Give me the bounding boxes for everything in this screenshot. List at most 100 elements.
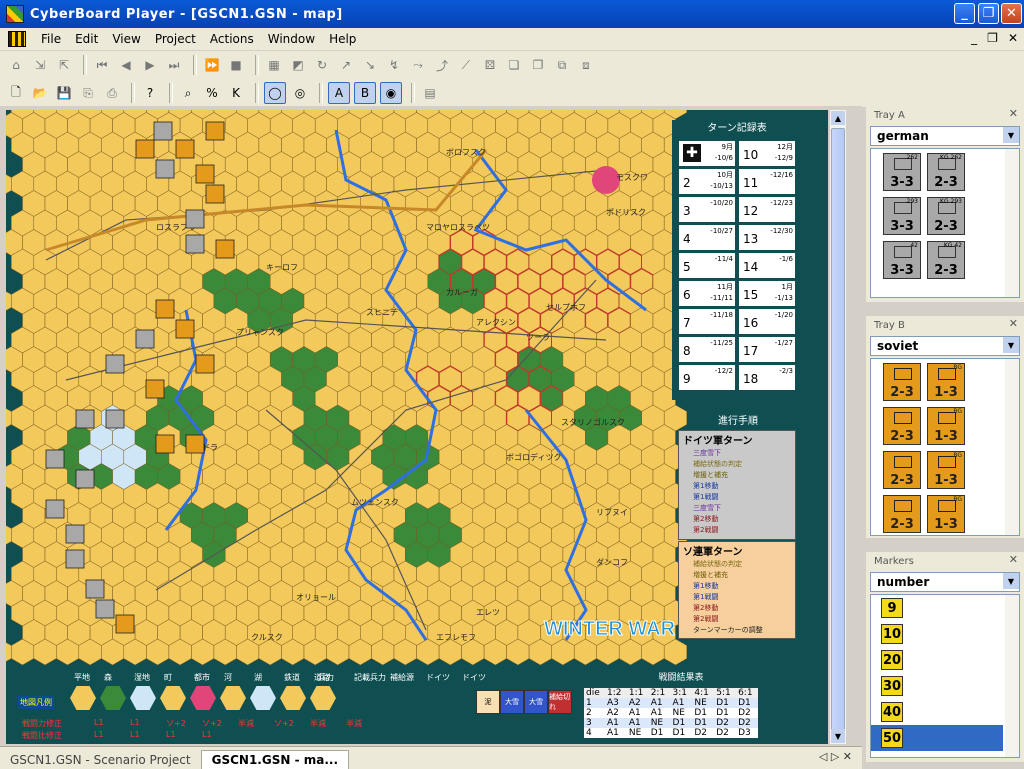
plot-move-icon[interactable]: ↗: [336, 55, 356, 75]
print-icon[interactable]: ⎙: [102, 83, 122, 103]
marker-row[interactable]: 10: [871, 621, 1003, 647]
plot-icon[interactable]: ⤳: [408, 55, 428, 75]
save-icon[interactable]: 💾: [54, 83, 74, 103]
soviet-unit-counter[interactable]: [195, 164, 215, 184]
german-unit-counter[interactable]: [65, 524, 85, 544]
hex-cell[interactable]: [6, 522, 12, 548]
soviet-unit-counter[interactable]: 2-3: [883, 407, 921, 445]
german-unit-counter[interactable]: [85, 579, 105, 599]
turn-record-cell[interactable]: 9 -12/2: [678, 364, 736, 391]
prev-step-icon[interactable]: ◀: [116, 55, 136, 75]
hex-cell[interactable]: [6, 171, 12, 197]
flip-icon[interactable]: ◩: [288, 55, 308, 75]
minimize-button[interactable]: _: [954, 3, 975, 24]
menu-view[interactable]: View: [105, 32, 147, 46]
new-file-icon[interactable]: 🗋: [6, 83, 26, 103]
discard-move-icon[interactable]: ↘: [360, 55, 380, 75]
last-move-icon[interactable]: ⏭: [164, 55, 184, 75]
clear-plot-icon[interactable]: ⤴: [432, 55, 452, 75]
turn-record-cell[interactable]: 8 -11/25: [678, 336, 736, 363]
hex-cell[interactable]: [6, 405, 12, 431]
markers-list[interactable]: 9 10 20 30 40 50: [870, 594, 1020, 758]
markers-select[interactable]: number ▼: [870, 572, 1020, 592]
number-marker[interactable]: 50: [881, 728, 903, 748]
scroll-thumb[interactable]: [831, 128, 845, 740]
soviet-unit-counter[interactable]: [205, 121, 225, 141]
markers-scrollbar[interactable]: [1005, 595, 1019, 757]
close-icon[interactable]: ✕: [1009, 317, 1018, 330]
select-all-icon[interactable]: ▦: [264, 55, 284, 75]
turn-record-cell[interactable]: 17 -1/27: [738, 336, 796, 363]
german-unit-counter[interactable]: [95, 599, 115, 619]
turn-record-cell[interactable]: 11 -12/16: [738, 168, 796, 195]
map-vertical-scrollbar[interactable]: ▲ ▼: [830, 110, 846, 744]
turn-record-cell[interactable]: 3 -10/20: [678, 196, 736, 223]
grid-icon[interactable]: ▤: [420, 83, 440, 103]
open-folder-icon[interactable]: 📂: [30, 83, 50, 103]
german-unit-counter[interactable]: [45, 449, 65, 469]
tab-scenario-project[interactable]: GSCN1.GSN - Scenario Project: [0, 751, 201, 769]
soviet-unit-counter[interactable]: [175, 319, 195, 339]
game-map[interactable]: ボロフスク マロヤロスラベツ カルーガ アレクシン ツーラ スヒニチ ブリャンスク オリョール…: [6, 110, 828, 744]
menu-help[interactable]: Help: [322, 32, 363, 46]
hex-cell[interactable]: [6, 639, 12, 665]
soviet-unit-counter[interactable]: [215, 239, 235, 259]
menu-project[interactable]: Project: [148, 32, 203, 46]
shuffle-icon[interactable]: ⧉: [552, 55, 572, 75]
first-move-icon[interactable]: ⏮: [92, 55, 112, 75]
soviet-unit-counter[interactable]: BG 1-3: [927, 495, 965, 533]
save-as-icon[interactable]: ⎘: [78, 83, 98, 103]
help-context-icon[interactable]: ?: [140, 83, 160, 103]
mdi-close-button[interactable]: ✕: [1008, 31, 1018, 45]
soviet-unit-counter[interactable]: [205, 184, 225, 204]
text-a-icon[interactable]: A: [328, 82, 350, 104]
marker-row[interactable]: 9: [871, 595, 1003, 621]
marker-row[interactable]: 20: [871, 647, 1003, 673]
german-unit-counter[interactable]: KG 293 2-3: [927, 197, 965, 235]
stop-icon[interactable]: ■: [226, 55, 246, 75]
line-icon[interactable]: ⟋: [456, 55, 476, 75]
german-unit-counter[interactable]: [75, 409, 95, 429]
next-step-icon[interactable]: ▶: [140, 55, 160, 75]
mdi-minimize-button[interactable]: _: [971, 31, 977, 45]
tray-icon[interactable]: ⧈: [576, 55, 596, 75]
soviet-unit-counter[interactable]: 2-3: [883, 363, 921, 401]
german-unit-counter[interactable]: [155, 159, 175, 179]
move-stack-icon[interactable]: ⇲: [30, 55, 50, 75]
soviet-unit-counter[interactable]: 2-3: [883, 451, 921, 489]
menu-file[interactable]: File: [34, 32, 68, 46]
chevron-down-icon[interactable]: ▼: [1003, 127, 1019, 143]
turn-record-cell[interactable]: 16 -1/20: [738, 308, 796, 335]
turn-record-cell[interactable]: 4 -10/27: [678, 224, 736, 251]
german-unit-counter[interactable]: 262 3-3: [883, 153, 921, 191]
soviet-unit-counter[interactable]: BG 1-3: [927, 407, 965, 445]
stamp-icon[interactable]: ⌂: [6, 55, 26, 75]
soviet-unit-counter[interactable]: 2-3: [883, 495, 921, 533]
rotate-icon[interactable]: ↻: [312, 55, 332, 75]
number-marker[interactable]: 20: [881, 650, 903, 670]
tray-b-scrollbar[interactable]: [1005, 359, 1019, 535]
number-marker[interactable]: 9: [881, 598, 903, 618]
speech-bubble-icon[interactable]: ◯: [264, 82, 286, 104]
close-button[interactable]: ✕: [1001, 3, 1022, 24]
turn-record-cell[interactable]: 10 12月 -12/9: [738, 140, 796, 167]
tray-b-select[interactable]: soviet ▼: [870, 336, 1020, 356]
chevron-down-icon[interactable]: ▼: [1003, 337, 1019, 353]
percent-icon[interactable]: %: [202, 83, 222, 103]
tab-navigation[interactable]: ◁ ▷ ✕: [819, 750, 852, 763]
hex-cell[interactable]: [6, 288, 12, 314]
zoom-icon[interactable]: ⌕: [178, 83, 198, 103]
german-unit-counter[interactable]: 293 3-3: [883, 197, 921, 235]
speech-bubble-alt-icon[interactable]: ◎: [290, 83, 310, 103]
soviet-unit-counter[interactable]: [135, 139, 155, 159]
fast-forward-icon[interactable]: ⏩: [202, 55, 222, 75]
number-marker[interactable]: 40: [881, 702, 903, 722]
mdi-restore-button[interactable]: ❐: [987, 31, 998, 45]
number-marker[interactable]: 30: [881, 676, 903, 696]
maximize-button[interactable]: ❐: [978, 3, 999, 24]
marker-row[interactable]: 40: [871, 699, 1003, 725]
stack-icon[interactable]: ❏: [504, 55, 524, 75]
scroll-down-icon[interactable]: ▼: [831, 729, 845, 743]
eye-icon[interactable]: ◉: [380, 82, 402, 104]
turn-record-cell[interactable]: 12 -12/23: [738, 196, 796, 223]
